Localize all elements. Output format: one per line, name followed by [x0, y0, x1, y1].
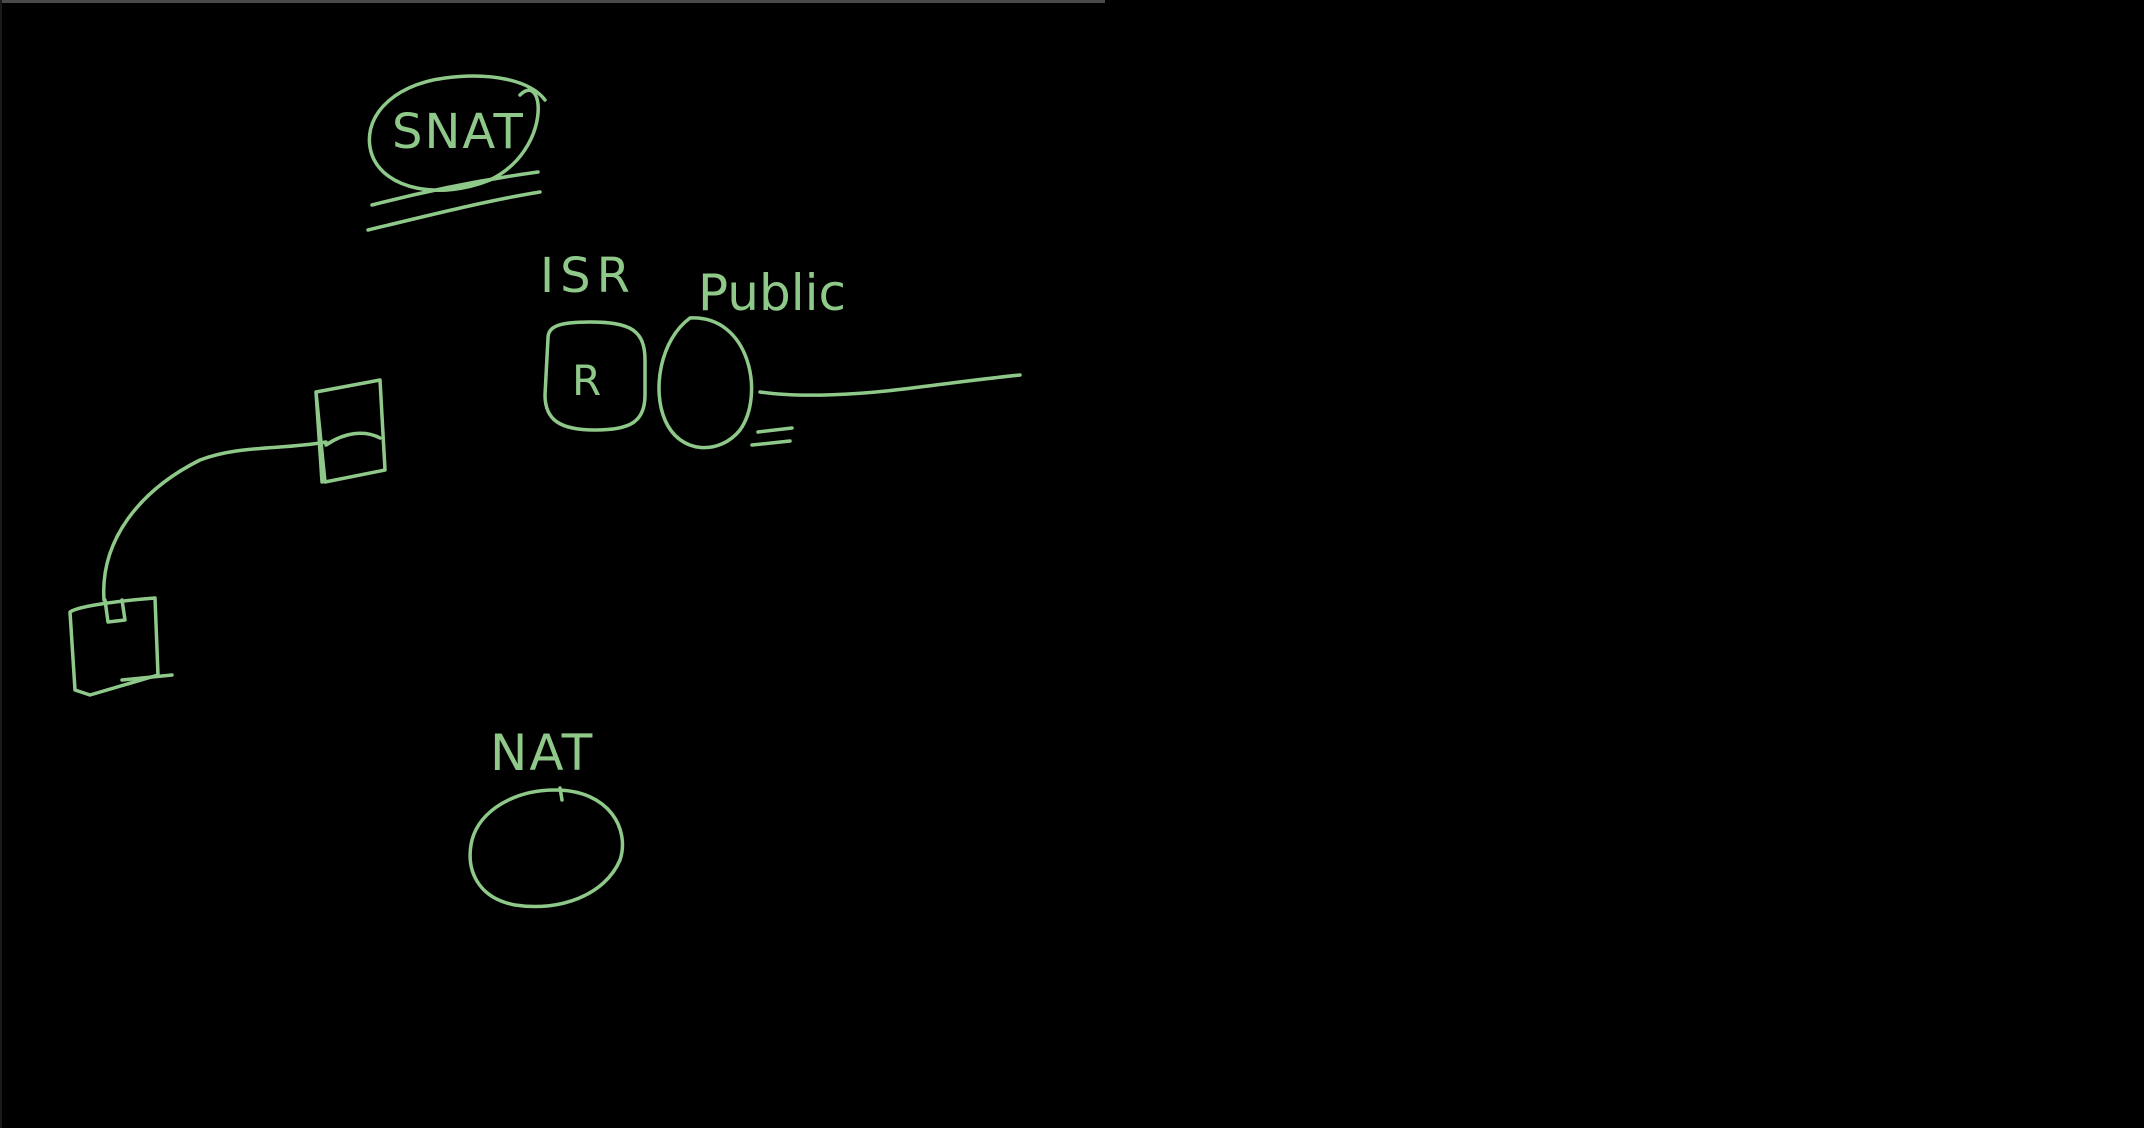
interface-mark-1	[756, 426, 794, 434]
switch-port-mark	[324, 431, 382, 447]
router-node: R	[543, 320, 647, 432]
public-interface-circle	[657, 316, 754, 450]
snat-underline-2	[366, 190, 542, 232]
whiteboard-canvas: SNAT ISR R Public NAT	[0, 0, 2144, 1128]
nat-circle	[468, 786, 625, 909]
router-label: R	[572, 356, 601, 405]
isr-label: ISR	[540, 248, 636, 304]
network-sketch: SNAT ISR R Public NAT	[68, 74, 1022, 909]
pc-base	[120, 673, 174, 682]
public-link-line	[758, 373, 1022, 397]
interface-mark-2	[750, 439, 792, 447]
snat-label: SNAT	[392, 104, 525, 160]
switch-device	[314, 378, 387, 484]
public-label: Public	[698, 264, 846, 322]
snat-heading: SNAT	[366, 74, 547, 232]
pc-device	[68, 596, 174, 697]
pc-box	[68, 596, 160, 697]
pc-to-switch-cable	[102, 440, 328, 602]
nat-label: NAT	[490, 724, 594, 782]
